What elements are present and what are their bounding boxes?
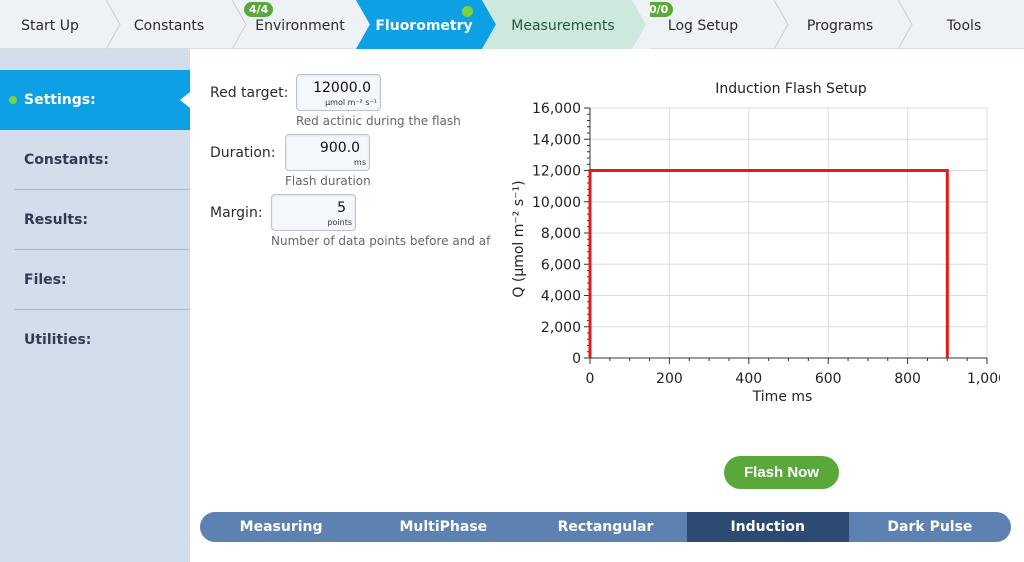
y-tick-label: 10,000 bbox=[532, 195, 581, 211]
margin-label: Margin: bbox=[210, 205, 263, 221]
duration-help: Flash duration bbox=[285, 174, 371, 188]
tab-start-up[interactable]: Start Up bbox=[0, 0, 104, 49]
x-axis-label: Time ms bbox=[752, 389, 813, 405]
induction-flash-chart: 0 2,000 4,000 6,000 8,000 10,000 12,000 14,000 1… bbox=[511, 81, 1000, 405]
sidebar-item-files[interactable]: Files: bbox=[14, 250, 190, 310]
tab-constants[interactable]: Constants bbox=[106, 0, 232, 49]
sidebar-item-settings[interactable]: Settings: bbox=[0, 70, 190, 130]
margin-unit: points bbox=[327, 218, 352, 227]
x-tick-label: 400 bbox=[735, 371, 762, 387]
flash-now-button[interactable]: Flash Now bbox=[724, 456, 839, 489]
y-tick-label: 4,000 bbox=[541, 289, 581, 305]
segment-dark-pulse[interactable]: Dark Pulse bbox=[849, 512, 1011, 542]
sidebar-item-utilities[interactable]: Utilities: bbox=[14, 310, 190, 370]
chart-grid bbox=[589, 107, 988, 359]
y-tick-label: 2,000 bbox=[541, 320, 581, 336]
segment-rectangular[interactable]: Rectangular bbox=[524, 512, 686, 542]
x-tick-label: 600 bbox=[815, 371, 842, 387]
y-tick-label: 0 bbox=[572, 351, 581, 367]
settings-status-dot bbox=[9, 96, 17, 104]
top-navigation-bar: Start Up Constants Environment 4/4 Fluor… bbox=[0, 0, 1024, 49]
y-axis-label: Q (μmol m⁻² s⁻¹) bbox=[511, 180, 527, 297]
x-tick-label: 800 bbox=[894, 371, 921, 387]
tab-separator-chevron-icon bbox=[231, 0, 247, 49]
margin-help: Number of data points before and af bbox=[271, 234, 491, 248]
tab-active-chevron-icon bbox=[354, 0, 374, 49]
tab-separator-chevron-icon bbox=[897, 0, 913, 49]
duration-value: 900.0 bbox=[319, 140, 360, 156]
tab-tools[interactable]: Tools bbox=[898, 0, 1024, 49]
y-tick-label: 12,000 bbox=[532, 164, 581, 180]
y-tick-label: 6,000 bbox=[541, 257, 581, 273]
red-target-label: Red target: bbox=[210, 85, 289, 101]
tab-environment[interactable]: Environment 4/4 bbox=[232, 0, 356, 49]
red-target-help: Red actinic during the flash bbox=[296, 114, 461, 128]
sidebar-item-results[interactable]: Results: bbox=[14, 190, 190, 250]
fluorometry-status-dot bbox=[462, 6, 473, 17]
tab-separator-chevron-icon bbox=[773, 0, 789, 49]
y-tick-label: 16,000 bbox=[532, 101, 581, 117]
chart-axes bbox=[584, 107, 988, 364]
margin-input[interactable]: 5 points bbox=[271, 194, 356, 231]
tab-fluorometry[interactable]: Fluorometry bbox=[356, 0, 482, 49]
tab-programs[interactable]: Programs bbox=[774, 0, 898, 49]
tab-mint-chevron-icon bbox=[630, 0, 650, 49]
active-pointer-icon bbox=[180, 92, 190, 108]
red-target-input[interactable]: 12000.0 μmol m⁻² s⁻¹ bbox=[296, 74, 381, 111]
segment-induction[interactable]: Induction bbox=[686, 512, 849, 542]
x-tick-label: 1,000 bbox=[967, 371, 1000, 387]
chart-title: Induction Flash Setup bbox=[715, 81, 867, 97]
duration-label: Duration: bbox=[210, 145, 276, 161]
segment-multiphase[interactable]: MultiPhase bbox=[362, 512, 524, 542]
x-tick-label: 0 bbox=[586, 371, 595, 387]
tab-log-setup[interactable]: Log Setup 0/0 bbox=[632, 0, 774, 49]
y-tick-label: 14,000 bbox=[532, 132, 581, 148]
duration-unit: ms bbox=[354, 158, 366, 167]
sidebar-item-constants[interactable]: Constants: bbox=[14, 130, 190, 190]
sidebar: Settings: Constants: Results: Files: Uti… bbox=[0, 49, 190, 562]
flash-mode-segmented-control: Measuring MultiPhase Rectangular Inducti… bbox=[200, 512, 1011, 542]
x-tick-label: 200 bbox=[656, 371, 683, 387]
red-target-unit: μmol m⁻² s⁻¹ bbox=[325, 98, 377, 107]
segment-measuring[interactable]: Measuring bbox=[200, 512, 362, 542]
red-target-value: 12000.0 bbox=[313, 80, 371, 96]
tab-active-chevron-icon bbox=[480, 0, 500, 49]
chart-labels: 0 2,000 4,000 6,000 8,000 10,000 12,000 14,000 1… bbox=[511, 81, 1000, 405]
y-tick-label: 8,000 bbox=[541, 226, 581, 242]
tab-separator-chevron-icon bbox=[105, 0, 121, 49]
tab-measurements[interactable]: Measurements bbox=[482, 0, 632, 49]
duration-input[interactable]: 900.0 ms bbox=[285, 134, 370, 171]
margin-value: 5 bbox=[337, 200, 346, 216]
